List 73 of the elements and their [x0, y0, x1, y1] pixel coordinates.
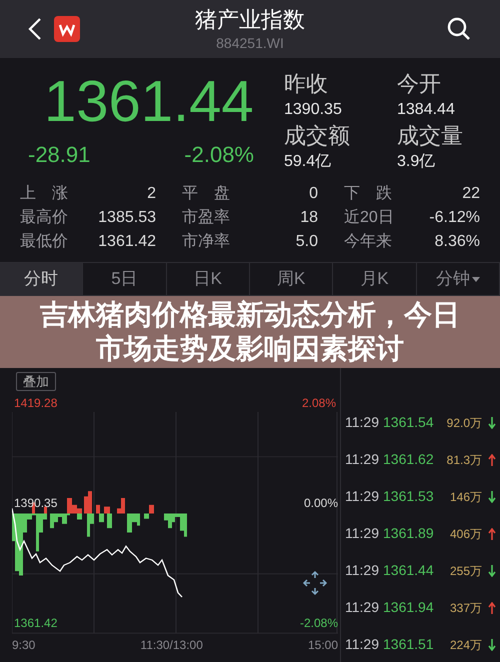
tick-time: 11:29 — [345, 487, 379, 506]
field-value: 3.9亿 — [397, 152, 436, 172]
stat-label: 今年来 — [344, 232, 392, 252]
tick-price: 1361.44 — [383, 561, 434, 580]
stat-label: 市盈率 — [182, 208, 230, 228]
tick-price: 1361.94 — [383, 598, 434, 617]
stat-value: 8.36% — [434, 232, 480, 252]
chart-tab[interactable]: 周K — [250, 263, 334, 295]
app-logo-icon — [54, 16, 80, 42]
stat-value: 1385.53 — [98, 208, 156, 228]
tick-volume: 255万 — [450, 562, 482, 580]
search-icon[interactable] — [446, 16, 472, 42]
tick-volume: 337万 — [450, 600, 482, 616]
price-change: -28.91 — [28, 141, 90, 169]
axis-label: 1390.35 — [14, 495, 58, 512]
axis-label: -2.08% — [300, 615, 338, 632]
stat-label: 最低价 — [20, 232, 68, 252]
tick-price: 1361.54 — [383, 413, 434, 432]
tick-volume: 146万 — [450, 488, 482, 506]
tick-price: 1361.53 — [383, 487, 434, 506]
stat-label: 平 盘 — [182, 184, 230, 204]
back-icon[interactable] — [28, 17, 42, 41]
axis-label: 2.08% — [302, 395, 336, 412]
tick-time: 11:29 — [345, 450, 379, 469]
tick-time: 11:29 — [345, 635, 379, 654]
stat-value: 2 — [147, 184, 156, 204]
time-label: 15:00 — [308, 637, 338, 654]
window-title: 猪产业指数 — [195, 6, 305, 34]
tick-volume: 406万 — [450, 526, 482, 542]
stat-value: 0 — [309, 184, 318, 204]
tick-volume: 81.3万 — [446, 452, 482, 468]
tick-volume: 92.0万 — [446, 414, 482, 432]
stat-value: 1361.42 — [98, 232, 156, 252]
field-value: 1390.35 — [284, 100, 343, 120]
time-label: 11:30/13:00 — [140, 637, 203, 654]
field-value: 1384.44 — [397, 100, 456, 120]
stat-value: 18 — [300, 208, 318, 228]
tick-price: 1361.62 — [383, 450, 434, 469]
stat-label: 市净率 — [182, 232, 230, 252]
percent-change: -2.08% — [184, 141, 254, 169]
stat-label: 最高价 — [20, 208, 68, 228]
overlay-button[interactable]: 叠加 — [16, 372, 56, 391]
stat-label: 上 涨 — [20, 184, 68, 204]
time-label: 9:30 — [12, 637, 36, 654]
tick-price: 1361.89 — [383, 524, 434, 543]
index-code: 884251.WI — [216, 34, 284, 52]
tick-volume: 224万 — [450, 636, 482, 654]
chart-tab[interactable]: 分时 — [0, 263, 84, 295]
chart-tab[interactable]: 分钟 — [416, 263, 500, 295]
chart-tab[interactable]: 日K — [166, 263, 250, 295]
stat-label: 近20日 — [344, 208, 394, 228]
chart-tab[interactable]: 5日 — [83, 263, 167, 295]
field-label: 成交量 — [397, 122, 464, 150]
stat-value: -6.12% — [429, 208, 480, 228]
field-label: 今开 — [397, 70, 442, 98]
stat-value: 22 — [462, 184, 480, 204]
stat-label: 下 跌 — [344, 184, 392, 204]
field-label: 昨收 — [284, 70, 329, 98]
headline: 吉林猪肉价格最新动态分析，今日市场走势及影响因素探讨 — [39, 298, 461, 366]
tick-price: 1361.51 — [383, 635, 434, 654]
tick-time: 11:29 — [345, 524, 379, 543]
tick-time: 11:29 — [345, 598, 379, 617]
current-price: 1361.44 — [43, 70, 255, 134]
tick-time: 11:29 — [345, 561, 379, 580]
tick-time: 11:29 — [345, 413, 379, 432]
axis-label: 0.00% — [304, 495, 338, 512]
field-label: 成交额 — [284, 122, 351, 150]
stat-value: 5.0 — [296, 232, 318, 252]
move-icon[interactable] — [302, 570, 328, 596]
axis-label: 1361.42 — [14, 615, 58, 632]
chart-tab[interactable]: 月K — [333, 263, 417, 295]
field-value: 59.4亿 — [284, 152, 332, 172]
axis-label: 1419.28 — [14, 395, 58, 412]
